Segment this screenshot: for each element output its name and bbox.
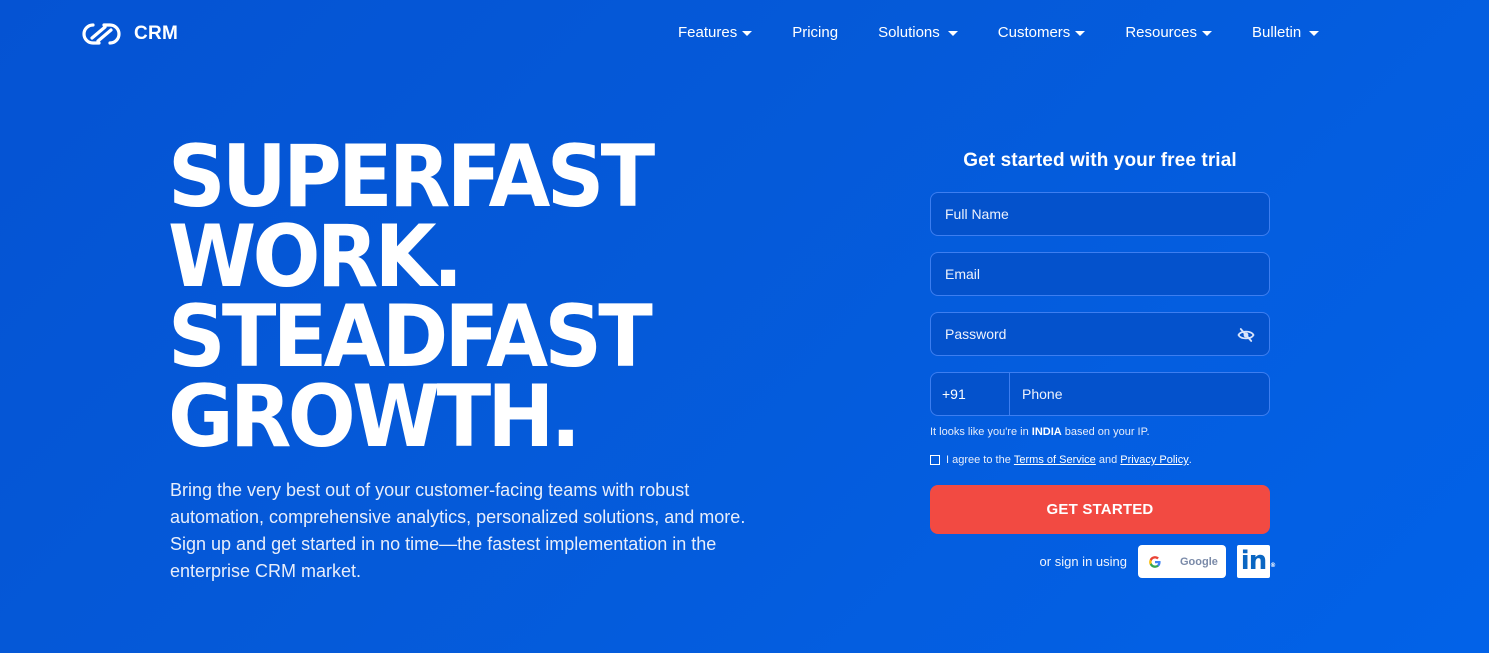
nav-features[interactable]: Features (678, 24, 753, 41)
agree-suffix: . (1188, 454, 1192, 466)
hero-description: Bring the very best out of your customer… (170, 480, 746, 581)
nav-pricing[interactable]: Pricing (792, 24, 838, 41)
google-icon (1149, 555, 1161, 568)
phone-field-wrapper: +91 (930, 372, 1270, 416)
get-started-button[interactable]: GET STARTED (930, 485, 1270, 534)
terms-checkbox[interactable] (930, 455, 940, 465)
terms-agreement: I agree to the Terms of Service and Priv… (930, 454, 1270, 466)
full-name-field-wrapper (930, 192, 1270, 236)
agree-and: and (1095, 454, 1121, 466)
nav-label: Pricing (792, 24, 839, 41)
signup-form: Get started with your free trial +91 It … (930, 150, 1276, 578)
hero-title-line: STEADFAST (168, 287, 653, 387)
caret-down-icon (1075, 31, 1086, 36)
ip-note-prefix: It looks like you're in (930, 426, 1032, 438)
social-signin-label: or sign in using (1039, 554, 1127, 569)
email-field-wrapper (930, 252, 1270, 296)
logo[interactable]: CRM (79, 19, 178, 49)
linkedin-icon: in (1240, 546, 1267, 576)
nav-label: Solutions (878, 24, 940, 41)
caret-down-icon (947, 31, 958, 36)
eye-hidden-icon[interactable] (1237, 326, 1255, 344)
nav-customers[interactable]: Customers (998, 24, 1086, 41)
registered-mark: ® (1270, 562, 1276, 569)
caret-down-icon (1309, 31, 1320, 36)
agree-prefix: I agree to the (946, 454, 1011, 466)
site-header: CRM Features Pricing Solutions Customers… (0, 0, 1489, 68)
terms-of-service-link[interactable]: Terms of Service (1014, 454, 1096, 466)
hero-title-line: GROWTH. (168, 367, 581, 467)
hero-title-line: WORK. (168, 207, 463, 307)
linkedin-signin-button[interactable]: in ® (1237, 545, 1276, 578)
nav-label: Features (678, 24, 738, 41)
hero-title: SUPERFAST WORK. STEADFAST GROWTH. (168, 127, 688, 467)
google-signin-button[interactable]: Google (1138, 545, 1226, 578)
ip-country: INDIA (1031, 426, 1062, 438)
caret-down-icon (742, 31, 753, 36)
privacy-policy-link[interactable]: Privacy Policy (1120, 454, 1188, 466)
ip-location-note: It looks like you're in INDIA based on y… (930, 426, 1270, 438)
nav-label: Bulletin (1252, 24, 1302, 41)
ip-note-suffix: based on your IP. (1061, 426, 1150, 438)
full-name-input[interactable] (931, 193, 1269, 235)
password-input[interactable] (931, 313, 1269, 355)
nav-label: Resources (1125, 24, 1198, 41)
google-label: Google (1180, 555, 1218, 568)
nav-bulletin[interactable]: Bulletin (1252, 24, 1320, 41)
nav-solutions[interactable]: Solutions (878, 24, 958, 41)
country-code-select[interactable]: +91 (931, 373, 1010, 415)
caret-down-icon (1202, 31, 1213, 36)
email-input[interactable] (931, 253, 1269, 295)
form-title: Get started with your free trial (963, 150, 1237, 171)
password-field-wrapper (930, 312, 1270, 356)
nav-label: Customers (997, 24, 1071, 41)
main-nav: Features Pricing Solutions Customers Res… (678, 24, 1320, 41)
social-signin: or sign in using Google in ® (930, 545, 1276, 578)
crm-logo-icon (82, 23, 121, 45)
nav-resources[interactable]: Resources (1125, 24, 1213, 41)
logo-text: CRM (134, 23, 179, 44)
hero-title-line: SUPERFAST (168, 127, 655, 227)
phone-input[interactable] (1010, 373, 1269, 415)
